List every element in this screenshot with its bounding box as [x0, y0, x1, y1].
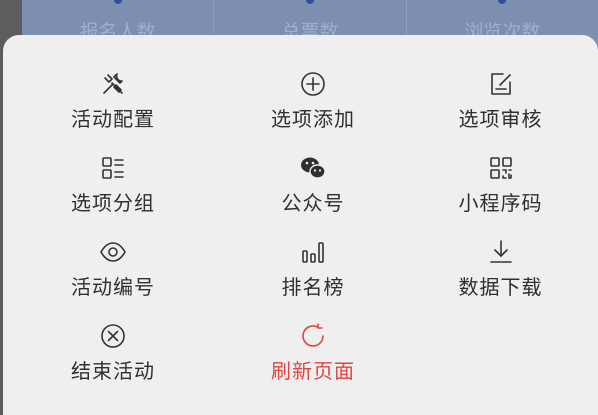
item-label: 小程序码: [458, 191, 543, 215]
item-label: 排名榜: [281, 275, 345, 299]
stat-dot: [305, 0, 314, 4]
data-download-button[interactable]: 数据下载: [403, 237, 598, 321]
refresh-page-button[interactable]: 刷新页面: [223, 321, 403, 405]
item-label: 数据下载: [458, 275, 543, 299]
activity-config-button[interactable]: 活动配置: [3, 69, 223, 153]
eye-icon: [98, 237, 128, 267]
action-sheet: 活动配置 选项添加 选项审核 选项分组 公众号 小程序码 活动编号 排名榜 数据…: [3, 35, 598, 415]
tools-icon: [98, 69, 128, 99]
item-label: 选项分组: [71, 191, 155, 215]
close-circle-icon: [98, 321, 128, 351]
bar-chart-icon: [298, 237, 328, 267]
wechat-icon: [298, 153, 328, 183]
action-row: 活动编号 排名榜 数据下载: [3, 237, 598, 321]
action-row: 活动配置 选项添加 选项审核: [3, 69, 598, 153]
item-label: 活动配置: [71, 107, 155, 131]
item-label: 结束活动: [71, 359, 155, 383]
download-icon: [486, 237, 516, 267]
action-row: 选项分组 公众号 小程序码: [3, 153, 598, 237]
official-account-button[interactable]: 公众号: [223, 153, 403, 237]
item-label: 选项添加: [271, 107, 355, 131]
option-group-button[interactable]: 选项分组: [3, 153, 223, 237]
option-add-button[interactable]: 选项添加: [223, 69, 403, 153]
edit-note-icon: [486, 69, 516, 99]
action-grid: 活动配置 选项添加 选项审核 选项分组 公众号 小程序码 活动编号 排名榜 数据…: [3, 69, 598, 405]
mini-program-code-button[interactable]: 小程序码: [403, 153, 598, 237]
end-activity-button[interactable]: 结束活动: [3, 321, 223, 405]
item-label: 刷新页面: [271, 359, 355, 383]
list-group-icon: [98, 153, 128, 183]
plus-circle-icon: [298, 69, 328, 99]
ranking-button[interactable]: 排名榜: [223, 237, 403, 321]
activity-number-button[interactable]: 活动编号: [3, 237, 223, 321]
action-row: 结束活动 刷新页面: [3, 321, 598, 405]
stat-dot: [498, 0, 507, 4]
refresh-icon: [298, 321, 328, 351]
item-label: 活动编号: [71, 275, 155, 299]
option-review-button[interactable]: 选项审核: [403, 69, 598, 153]
item-label: 公众号: [281, 191, 345, 215]
empty-slot: [403, 321, 598, 405]
qr-code-icon: [486, 153, 516, 183]
stat-dot: [113, 0, 122, 4]
item-label: 选项审核: [458, 107, 543, 131]
